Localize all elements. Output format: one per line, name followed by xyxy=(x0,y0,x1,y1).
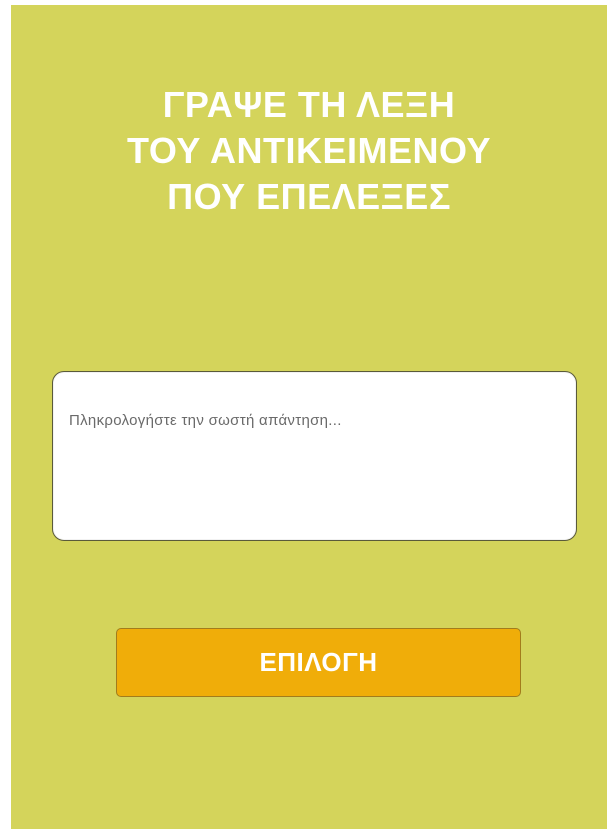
submit-button[interactable]: ΕΠΙΛΟΓΗ xyxy=(116,628,521,697)
title-line-1: ΓΡΑΨΕ ΤΗ ΛΕΞΗ xyxy=(162,84,456,125)
answer-input[interactable] xyxy=(52,371,577,541)
title-line-2: ΤΟΥ ΑΝΤΙΚΕΙΜΕΝΟΥ xyxy=(126,130,492,171)
page-title: ΓΡΑΨΕ ΤΗ ΛΕΞΗ ΤΟΥ ΑΝΤΙΚΕΙΜΕΝΟΥ ΠΟΥ ΕΠΕΛΕ… xyxy=(11,82,607,220)
title-line-3: ΠΟΥ ΕΠΕΛΕΞΕΣ xyxy=(167,176,451,217)
quiz-screen: ΓΡΑΨΕ ΤΗ ΛΕΞΗ ΤΟΥ ΑΝΤΙΚΕΙΜΕΝΟΥ ΠΟΥ ΕΠΕΛΕ… xyxy=(11,5,607,829)
